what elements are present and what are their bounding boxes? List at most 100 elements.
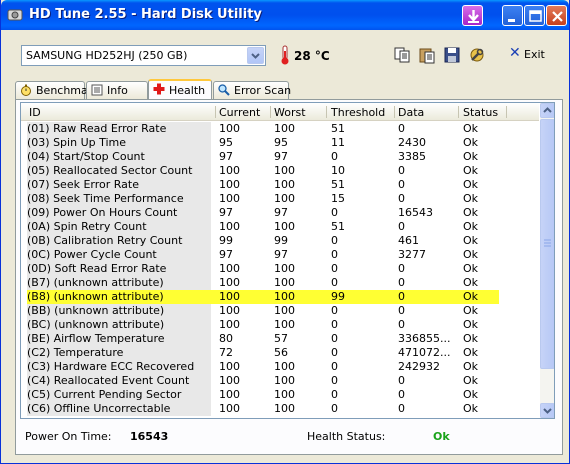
column-header-worst[interactable]: Worst [274,106,306,119]
table-row[interactable]: (04) Start/Stop Count 97 97 0 3385 Ok [21,150,539,164]
copy-icon[interactable] [393,46,411,64]
table-row[interactable]: (BC) (unknown attribute) 100 100 0 0 Ok [21,318,539,332]
cell-id: (0D) Soft Read Error Rate [27,262,167,275]
column-header-threshold[interactable]: Threshold [331,106,385,119]
table-row[interactable]: (09) Power On Hours Count 97 97 0 16543 Ok [21,206,539,220]
column-header-current[interactable]: Current [219,106,260,119]
options-wrench-icon[interactable] [468,46,486,64]
column-header-status[interactable]: Status [463,106,498,119]
cell-current: 100 [219,192,240,205]
temperature-readout: 28 °C [294,49,330,63]
column-divider[interactable] [506,106,507,118]
drive-select[interactable]: SAMSUNG HD252HJ (250 GB) [21,45,266,66]
tab-error-scan[interactable]: Error Scan [213,81,291,99]
power-on-time-value: 16543 [130,430,169,443]
table-row[interactable]: (01) Raw Read Error Rate 100 100 51 0 Ok [21,122,539,136]
column-divider[interactable] [270,106,271,118]
cell-status: Ok [463,206,479,219]
column-divider[interactable] [215,106,216,118]
table-row[interactable]: (C6) Offline Uncorrectable 100 100 0 0 Ok [21,402,539,416]
cell-id: (C3) Hardware ECC Recovered [27,360,195,373]
table-row[interactable]: (07) Seek Error Rate 100 100 51 0 Ok [21,178,539,192]
tab-benchmark[interactable]: Benchmark [15,81,99,99]
table-row[interactable]: (05) Reallocated Sector Count 100 100 10 0 Ok [21,164,539,178]
table-row[interactable]: (B7) (unknown attribute) 100 100 0 0 Ok [21,276,539,290]
table-row[interactable]: (0D) Soft Read Error Rate 100 100 0 0 Ok [21,262,539,276]
health-status-label: Health Status: [307,430,386,443]
app-window: HD Tune 2.55 - Hard Disk Utility SAMSUNG… [0,0,570,464]
chevron-down-icon[interactable] [247,47,264,64]
cell-status: Ok [463,388,479,401]
drive-select-value: SAMSUNG HD252HJ (250 GB) [26,49,188,62]
column-header-id[interactable]: ID [29,106,41,119]
scroll-down-button[interactable] [540,403,554,418]
cell-threshold: 0 [331,262,338,275]
cell-id: (C5) Current Pending Sector [27,388,182,401]
table-row[interactable]: (C2) Temperature 72 56 0 471072... Ok [21,346,539,360]
table-row[interactable]: (03) Spin Up Time 95 95 11 2430 Ok [21,136,539,150]
cell-id: (0C) Power Cycle Count [27,248,157,261]
column-divider[interactable] [326,106,327,118]
cell-current: 100 [219,360,240,373]
exit-button[interactable]: ✕ Exit [507,45,555,65]
cell-threshold: 99 [331,290,345,304]
close-button[interactable] [546,5,567,26]
column-header-data[interactable]: Data [398,106,424,119]
cell-current: 100 [219,122,240,135]
cell-current: 99 [219,234,233,247]
cell-worst: 100 [274,178,295,191]
cell-id: (08) Seek Time Performance [27,192,184,205]
tab-info[interactable]: Info [86,81,148,99]
table-row[interactable]: (BE) Airflow Temperature 80 57 0 336855... Ok [21,332,539,346]
table-row[interactable]: (0A) Spin Retry Count 100 100 51 0 Ok [21,220,539,234]
table-row[interactable]: (C5) Current Pending Sector 100 100 0 0 Ok [21,388,539,402]
table-row[interactable]: (08) Seek Time Performance 100 100 15 0 Ok [21,192,539,206]
cell-data: 0 [398,192,405,205]
cell-data: 0 [398,122,405,135]
cell-worst: 100 [274,122,295,135]
cell-current: 100 [219,374,240,387]
cell-status: Ok [463,374,479,387]
scroll-up-button[interactable] [540,103,554,118]
cell-current: 100 [219,318,240,331]
cell-id: (04) Start/Stop Count [27,150,145,163]
cell-threshold: 11 [331,136,345,149]
scroll-thumb[interactable] [540,119,554,369]
table-row[interactable]: (BB) (unknown attribute) 100 100 0 0 Ok [21,304,539,318]
table-row[interactable]: (0B) Calibration Retry Count 99 99 0 461 Ok [21,234,539,248]
cell-status: Ok [463,346,479,359]
window-title: HD Tune 2.55 - Hard Disk Utility [29,7,262,22]
tab-label: Health [169,84,206,97]
tab-label: Info [107,84,128,97]
table-row[interactable]: (B8) (unknown attribute) 100 100 99 0 Ok [21,290,539,304]
app-icon [7,9,23,21]
cell-id: (C4) Reallocated Event Count [27,374,190,387]
cell-worst: 100 [274,262,295,275]
table-row[interactable]: (C3) Hardware ECC Recovered 100 100 0 242932… [21,360,539,374]
cell-threshold: 0 [331,402,338,415]
cell-id: (0A) Spin Retry Count [27,220,147,233]
minimize-button[interactable] [502,5,523,26]
title-bar[interactable]: HD Tune 2.55 - Hard Disk Utility [1,0,569,30]
cell-status: Ok [463,234,479,247]
table-header: ID Current Worst Threshold Data Status [21,103,539,121]
cell-data: 242932 [398,360,440,373]
download-icon[interactable] [462,5,483,26]
vertical-scrollbar[interactable] [540,103,554,418]
clipboard-icon[interactable] [418,46,436,64]
table-row[interactable]: (0C) Power Cycle Count 97 97 0 3277 Ok [21,248,539,262]
cell-threshold: 15 [331,192,345,205]
exit-label: Exit [524,48,545,61]
table-row[interactable]: (C4) Reallocated Event Count 100 100 0 0 Ok [21,374,539,388]
cell-threshold: 0 [331,206,338,219]
column-divider[interactable] [394,106,395,118]
cell-threshold: 0 [331,318,338,331]
column-divider[interactable] [458,106,459,118]
info-icon [91,84,103,96]
cell-current: 97 [219,248,233,261]
tab-health[interactable]: Health [148,79,212,100]
save-icon[interactable] [443,46,461,64]
cell-status: Ok [463,318,479,331]
cell-current: 100 [219,276,240,289]
maximize-button[interactable] [524,5,545,26]
